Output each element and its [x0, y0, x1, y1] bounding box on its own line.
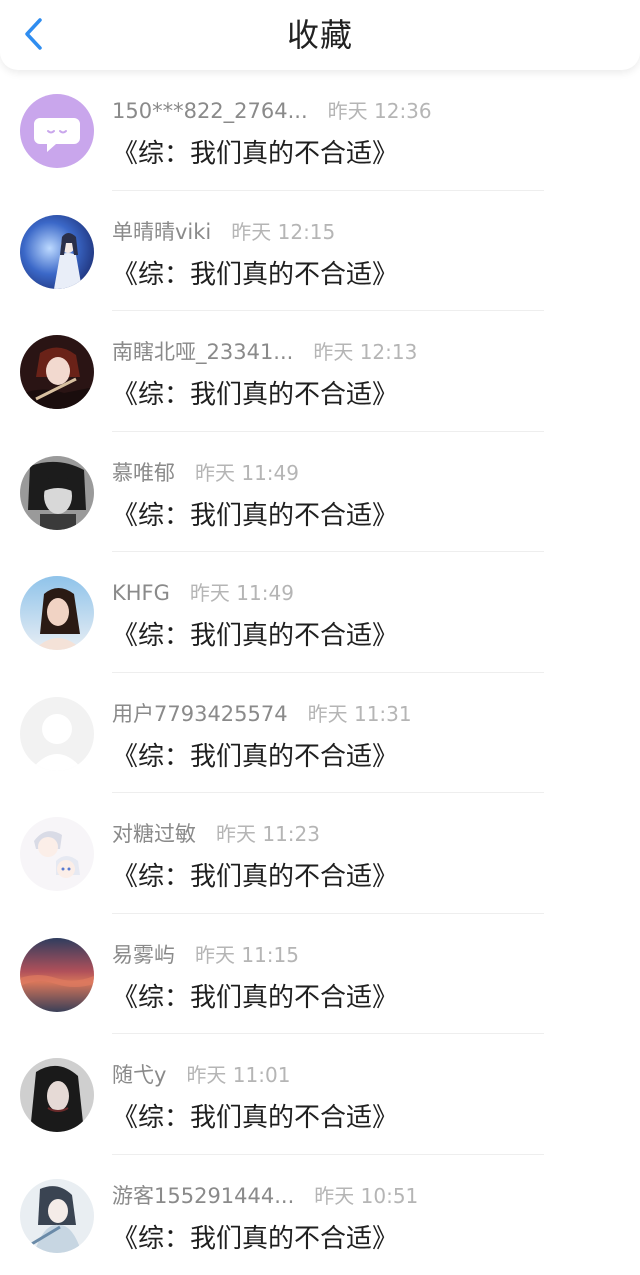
list-item[interactable]: 南瞎北哑_23341... 昨天 12:13 《综：我们真的不合适》	[0, 311, 640, 432]
username[interactable]: 慕唯郁	[112, 461, 175, 485]
avatar[interactable]	[20, 94, 94, 168]
timestamp: 昨天 11:49	[190, 581, 294, 605]
avatar[interactable]	[20, 1058, 94, 1132]
work-title[interactable]: 《综：我们真的不合适》	[112, 857, 398, 897]
list-item[interactable]: 易雾屿昨天 11:15 《综：我们真的不合适》	[0, 914, 640, 1035]
username[interactable]: 对糖过敏	[112, 822, 196, 846]
work-title[interactable]: 《综：我们真的不合适》	[112, 375, 398, 415]
list-item[interactable]: KHFG 昨天 11:49 《综：我们真的不合适》	[0, 552, 640, 673]
work-title[interactable]: 《综：我们真的不合适》	[112, 1219, 398, 1259]
timestamp: 昨天 12:15	[231, 220, 335, 244]
work-title[interactable]: 《综：我们真的不合适》	[112, 1098, 398, 1138]
username[interactable]: 用户7793425574	[112, 702, 288, 726]
username[interactable]: 单晴晴viki	[112, 220, 211, 244]
list-item[interactable]: 慕唯郁昨天 11:49 《综：我们真的不合适》	[0, 432, 640, 553]
timestamp: 昨天 11:31	[308, 702, 412, 726]
timestamp: 昨天 12:13	[313, 340, 417, 364]
avatar[interactable]	[20, 697, 94, 771]
avatar[interactable]	[20, 938, 94, 1012]
avatar[interactable]	[20, 1179, 94, 1253]
username[interactable]: 随弋y	[112, 1063, 166, 1087]
timestamp: 昨天 10:51	[314, 1184, 418, 1208]
list-item[interactable]: 150***822_2764... 昨天 12:36 《综：我们真的不合适》	[0, 70, 640, 191]
work-title[interactable]: 《综：我们真的不合适》	[112, 496, 398, 536]
timestamp: 昨天 11:23	[216, 822, 320, 846]
list-item[interactable]: 对糖过敏昨天 11:23 《综：我们真的不合适》	[0, 793, 640, 914]
timestamp: 昨天 11:01	[186, 1063, 290, 1087]
timestamp: 昨天 12:36	[328, 99, 432, 123]
work-title[interactable]: 《综：我们真的不合适》	[112, 978, 398, 1018]
avatar[interactable]	[20, 576, 94, 650]
username[interactable]: 南瞎北哑_23341...	[112, 340, 293, 364]
avatar[interactable]	[20, 817, 94, 891]
avatar[interactable]	[20, 215, 94, 289]
username[interactable]: 易雾屿	[112, 943, 175, 967]
timestamp: 昨天 11:15	[195, 943, 299, 967]
list-item[interactable]: 单晴晴viki 昨天 12:15 《综：我们真的不合适》	[0, 191, 640, 312]
work-title[interactable]: 《综：我们真的不合适》	[112, 255, 398, 295]
list-item[interactable]: 随弋y 昨天 11:01 《综：我们真的不合适》	[0, 1034, 640, 1155]
work-title[interactable]: 《综：我们真的不合适》	[112, 737, 398, 777]
username[interactable]: 150***822_2764...	[112, 99, 308, 123]
avatar[interactable]	[20, 335, 94, 409]
list-item[interactable]: 用户7793425574 昨天 11:31 《综：我们真的不合适》	[0, 673, 640, 794]
favorites-list: 150***822_2764... 昨天 12:36 《综：我们真的不合适》 单晴…	[0, 70, 640, 1275]
work-title[interactable]: 《综：我们真的不合适》	[112, 134, 398, 174]
username[interactable]: KHFG	[112, 581, 170, 605]
username[interactable]: 游客155291444...	[112, 1184, 294, 1208]
avatar[interactable]	[20, 456, 94, 530]
page-title: 收藏	[0, 14, 640, 56]
work-title[interactable]: 《综：我们真的不合适》	[112, 616, 398, 656]
timestamp: 昨天 11:49	[195, 461, 299, 485]
list-item[interactable]: 游客155291444... 昨天 10:51 《综：我们真的不合适》	[0, 1155, 640, 1275]
header-bar: 收藏	[0, 0, 640, 70]
